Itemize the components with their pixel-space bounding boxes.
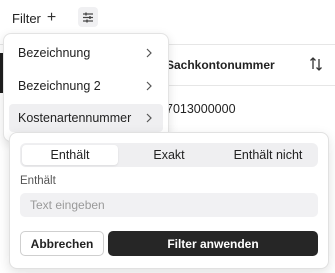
- match-mode-contains[interactable]: Enthält: [22, 145, 118, 165]
- match-mode-selector: Enthält Exakt Enthält nicht: [20, 143, 318, 167]
- chevron-right-icon: [146, 81, 152, 91]
- sort-arrows-icon[interactable]: [309, 56, 323, 72]
- menu-item-bezeichnung[interactable]: Bezeichnung: [9, 39, 163, 67]
- toolbar: Filter +: [0, 0, 335, 36]
- filter-text-input[interactable]: [20, 193, 318, 217]
- menu-item-label: Bezeichnung: [18, 46, 91, 60]
- chevron-right-icon: [146, 48, 152, 58]
- chevron-right-icon: [146, 113, 152, 123]
- filter-button-label: Filter: [12, 10, 41, 26]
- filter-column-menu: Bezeichnung Bezeichnung 2 Kostenartennum…: [3, 33, 169, 142]
- cancel-button[interactable]: Abbrechen: [20, 231, 104, 256]
- match-mode-not-contains[interactable]: Enthält nicht: [220, 145, 316, 165]
- menu-item-bezeichnung-2[interactable]: Bezeichnung 2: [9, 72, 163, 100]
- match-mode-exact[interactable]: Exakt: [120, 145, 218, 165]
- filter-settings-button[interactable]: [78, 7, 98, 27]
- filter-field-label: Enthält: [20, 175, 56, 187]
- sliders-icon: [83, 12, 93, 22]
- plus-icon: +: [46, 9, 57, 26]
- filter-condition-popup: Enthält Exakt Enthält nicht Enthält Abbr…: [9, 132, 329, 269]
- menu-item-label: Kostenartennummer: [18, 111, 132, 125]
- column-header-sachkontonummer[interactable]: Sachkontonummer: [166, 58, 275, 72]
- menu-item-label: Bezeichnung 2: [18, 79, 101, 93]
- menu-item-kostenartennummer[interactable]: Kostenartennummer: [9, 104, 163, 132]
- table-cell: 7013000000: [166, 102, 236, 116]
- filter-button[interactable]: Filter +: [8, 6, 70, 30]
- apply-filter-button[interactable]: Filter anwenden: [108, 231, 318, 256]
